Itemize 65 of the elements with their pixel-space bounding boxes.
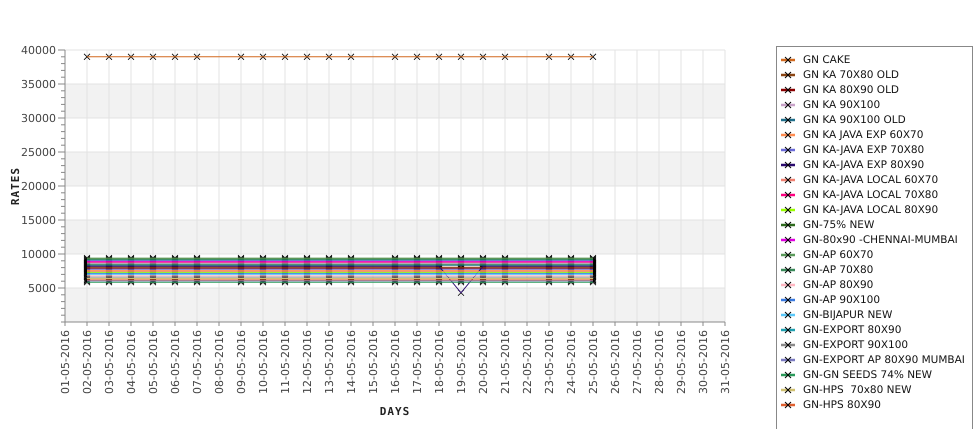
x-tick-label: 10-05-2016 <box>257 330 270 394</box>
legend-label: GN KA JAVA EXP 60X70 <box>803 128 924 140</box>
x-tick-label: 15-05-2016 <box>367 330 380 394</box>
x-tick-label: 24-05-2016 <box>565 330 578 394</box>
legend-label: GN-AP 80X90 <box>803 278 874 290</box>
legend-label: GN KA 80X90 OLD <box>803 84 900 96</box>
y-tick-label: 5000 <box>28 282 56 295</box>
x-tick-label: 01-05-2016 <box>59 330 72 394</box>
x-tick-label: 14-05-2016 <box>345 330 358 394</box>
x-tick-label: 16-05-2016 <box>389 330 402 394</box>
y-tick-label: 15000 <box>21 214 56 227</box>
x-tick-label: 04-05-2016 <box>125 330 138 394</box>
x-tick-label: 22-05-2016 <box>521 330 534 394</box>
x-tick-label: 18-05-2016 <box>433 330 446 394</box>
legend-label: GN KA-JAVA EXP 70X80 <box>803 144 924 156</box>
x-tick-label: 21-05-2016 <box>499 330 512 394</box>
x-tick-label: 05-05-2016 <box>147 330 160 394</box>
legend-label: GN-HPS 80X90 <box>803 398 881 410</box>
y-tick-label: 40000 <box>21 44 56 57</box>
y-axis-title: RATES <box>9 166 22 206</box>
legend-label: GN-BIJAPUR NEW <box>803 308 892 320</box>
x-tick-label: 23-05-2016 <box>543 330 556 394</box>
legend-label: GN KA 90X100 OLD <box>803 114 906 126</box>
x-tick-label: 02-05-2016 <box>81 330 94 394</box>
legend-label: GN CAKE <box>803 54 850 66</box>
y-tick-label: 30000 <box>21 112 56 125</box>
legend-label: GN KA 70X80 OLD <box>803 68 900 80</box>
x-tick-label: 07-05-2016 <box>191 330 204 394</box>
x-tick-label: 17-05-2016 <box>411 330 424 394</box>
legend-label: GN KA-JAVA EXP 80X90 <box>803 158 924 170</box>
legend-label: GN-80x90 -CHENNAI-MUMBAI <box>803 234 958 246</box>
x-tick-label: 06-05-2016 <box>169 330 182 394</box>
legend-label: GN-AP 90X100 <box>803 294 880 306</box>
y-tick-label: 35000 <box>21 78 56 91</box>
x-tick-label: 11-05-2016 <box>279 330 292 394</box>
x-tick-label: 28-05-2016 <box>653 330 666 394</box>
legend-label: GN-75% NEW <box>803 218 874 230</box>
x-tick-label: 29-05-2016 <box>675 330 688 394</box>
x-tick-label: 19-05-2016 <box>455 330 468 394</box>
x-tick-label: 27-05-2016 <box>631 330 644 394</box>
y-tick-label: 25000 <box>21 146 56 159</box>
legend-label: GN KA-JAVA LOCAL 60X70 <box>803 174 938 186</box>
x-tick-label: 03-05-2016 <box>103 330 116 394</box>
legend-label: GN-AP 60X70 <box>803 248 874 260</box>
legend-label: GN-HPS 70x80 NEW <box>803 384 912 396</box>
legend-label: GN-AP 70X80 <box>803 264 874 276</box>
x-tick-label: 08-05-2016 <box>213 330 226 394</box>
x-tick-label: 25-05-2016 <box>587 330 600 394</box>
legend-label: GN-EXPORT AP 80X90 MUMBAI <box>803 354 965 366</box>
legend-label: GN-EXPORT 80X90 <box>803 324 902 336</box>
legend-label: GN KA-JAVA LOCAL 80X90 <box>803 204 938 216</box>
x-tick-label: 13-05-2016 <box>323 330 336 394</box>
x-tick-label: 20-05-2016 <box>477 330 490 394</box>
legend-label: GN-GN SEEDS 74% NEW <box>803 368 932 380</box>
x-tick-label: 09-05-2016 <box>235 330 248 394</box>
x-tick-label: 31-05-2016 <box>719 330 732 394</box>
legend-label: GN-EXPORT 90X100 <box>803 338 908 350</box>
x-tick-label: 12-05-2016 <box>301 330 314 394</box>
legend-label: GN KA 90X100 <box>803 98 880 110</box>
legend-label: GN KA-JAVA LOCAL 70X80 <box>803 188 938 200</box>
x-tick-label: 30-05-2016 <box>697 330 710 394</box>
x-tick-label: 26-05-2016 <box>609 330 622 394</box>
x-axis-title: DAYS <box>380 405 410 418</box>
y-tick-label: 10000 <box>21 248 56 261</box>
y-tick-label: 20000 <box>21 180 56 193</box>
